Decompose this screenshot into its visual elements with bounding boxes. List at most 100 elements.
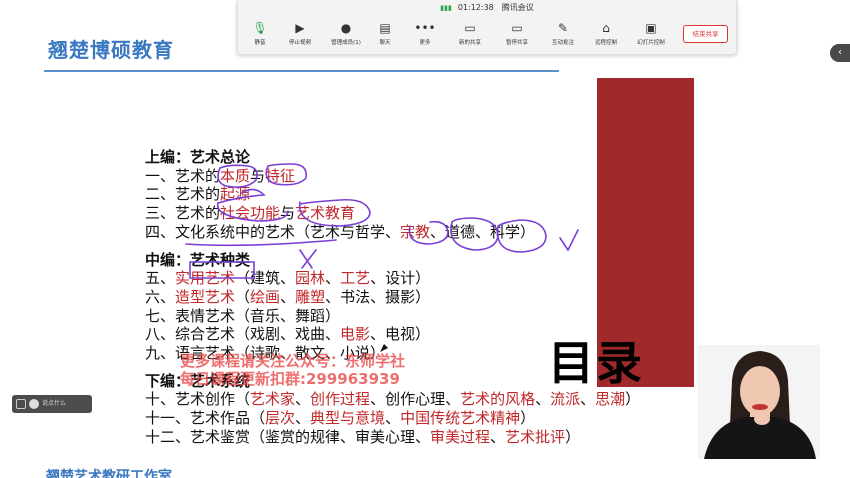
outline-item: 十、艺术创作（艺术家、创作过程、创作心理、艺术的风格、流派、思潮） xyxy=(145,390,640,409)
highlighted-keyword: 创作过程 xyxy=(310,390,371,409)
highlighted-keyword: 艺术批评 xyxy=(505,427,566,446)
highlighted-keyword: 流派 xyxy=(550,390,581,409)
annotate-icon: ✎ xyxy=(557,21,569,35)
highlighted-keyword: 特征 xyxy=(265,166,296,185)
presenter-figure xyxy=(698,345,820,459)
outline-text: 、电视） xyxy=(370,325,431,344)
outline-text: 、 xyxy=(325,269,341,288)
highlighted-keyword: 本质 xyxy=(220,166,251,185)
new-share-button[interactable]: ▭ 新的共享 xyxy=(448,20,492,46)
highlighted-keyword: 绘画 xyxy=(250,287,281,306)
highlighted-keyword: 起源 xyxy=(220,185,251,204)
presenter-webcam xyxy=(698,345,820,459)
outline-text: 、书法、摄影） xyxy=(325,287,431,306)
meeting-app-name: 腾讯会议 xyxy=(501,3,534,12)
outline-section-heading: 上编：艺术总论 xyxy=(145,148,251,166)
end-share-button[interactable]: 结束共享 xyxy=(683,25,728,43)
outline-text: 十、艺术创作（ xyxy=(145,390,251,409)
outline-text: 四、文化系统中的艺术（艺术与哲学、 xyxy=(145,222,401,241)
more-icon: ••• xyxy=(414,21,436,35)
highlighted-keyword: 园林 xyxy=(295,269,326,288)
outline-text: 、 xyxy=(535,390,551,409)
chat-input-chip[interactable]: 说点什么 xyxy=(12,395,92,413)
outline-text: 、 xyxy=(280,287,296,306)
course-outline: 上编：艺术总论 一、艺术的本质与特征 二、艺术的起源 三、艺术的社会功能与艺术教育 四、… xyxy=(145,148,640,447)
side-panel-toggle[interactable]: ‹ xyxy=(830,44,850,62)
outline-text: 、 xyxy=(295,390,311,409)
outline-text: 二、艺术的 xyxy=(145,185,221,204)
emoji-icon xyxy=(29,398,39,409)
highlighted-keyword: 宗教 xyxy=(400,222,431,241)
meeting-toolbar: ▮▮▮ 01:12:38 腾讯会议 🎙 静音 ▶ 停止视频 ● 管理成员(1) ▤ … xyxy=(237,0,737,55)
remote-control-button[interactable]: ⌂ 远程控制 xyxy=(584,20,628,46)
outline-item: 六、造型艺术（绘画、雕塑、书法、摄影） xyxy=(145,288,640,307)
outline-text: 、 xyxy=(295,409,311,428)
outline-text: 、 xyxy=(580,390,596,409)
highlighted-keyword: 思潮 xyxy=(595,390,626,409)
outline-text: 、 xyxy=(385,409,401,428)
header-divider xyxy=(44,70,559,72)
members-icon: ● xyxy=(340,21,352,35)
outline-text: ） xyxy=(520,409,536,428)
pause-share-icon: ▭ xyxy=(511,21,523,35)
meeting-timer: 01:12:38 xyxy=(457,3,494,12)
outline-text: 、设计） xyxy=(370,269,431,288)
pause-share-button[interactable]: ▭ 暂停共享 xyxy=(495,20,539,46)
stop-video-button[interactable]: ▶ 停止视频 xyxy=(278,20,322,46)
outline-text: （ xyxy=(235,287,251,306)
outline-item: 十一、艺术作品（层次、典型与意境、中国传统艺术精神） xyxy=(145,409,640,428)
watermark-line-1: 更多课程请关注公众号：东师学社 xyxy=(180,352,406,370)
outline-item: 八、综合艺术（戏剧、戏曲、电影、电视） xyxy=(145,325,640,344)
highlighted-keyword: 雕塑 xyxy=(295,287,326,306)
highlighted-keyword: 艺术的风格 xyxy=(460,390,536,409)
meeting-status-bar: ▮▮▮ 01:12:38 腾讯会议 xyxy=(238,2,736,13)
outline-gap xyxy=(145,242,640,251)
outline-text: 、创作心理、 xyxy=(370,390,461,409)
mute-button[interactable]: 🎙 静音 xyxy=(238,20,282,46)
outline-text: （建筑、 xyxy=(235,269,296,288)
brand-logo-text: 翘楚博硕教育 xyxy=(48,38,174,62)
highlighted-keyword: 层次 xyxy=(265,409,296,428)
outline-text: 与 xyxy=(250,166,266,185)
highlighted-keyword: 审美过程 xyxy=(430,427,491,446)
chat-button[interactable]: ▤ 聊天 xyxy=(363,20,407,46)
chat-placeholder: 说点什么 xyxy=(42,400,67,407)
outline-text: 三、艺术的 xyxy=(145,204,221,223)
outline-text: 五、 xyxy=(145,269,176,288)
outline-section-heading: 中编：艺术种类 xyxy=(145,250,251,269)
screenshot-icon xyxy=(16,398,26,409)
outline-text: 、道德、科学） xyxy=(430,222,536,241)
outline-item: 五、实用艺术（建筑、园林、工艺、设计） xyxy=(145,269,640,288)
outline-text: 六、 xyxy=(145,287,176,306)
outline-item: 十二、艺术鉴赏（鉴赏的规律、审美心理、审美过程、艺术批评） xyxy=(145,428,640,447)
outline-item: 四、文化系统中的艺术（艺术与哲学、宗教、道德、科学） xyxy=(145,223,640,242)
slides-control-button[interactable]: ▣ 幻灯片控制 xyxy=(629,20,673,46)
outline-text: 十二、艺术鉴赏（鉴赏的规律、审美心理、 xyxy=(145,427,431,446)
highlighted-keyword: 艺术家 xyxy=(250,390,296,409)
more-button[interactable]: ••• 更多 xyxy=(403,20,447,46)
signal-strength-icon: ▮▮▮ xyxy=(440,4,452,12)
manage-members-button[interactable]: ● 管理成员(1) xyxy=(324,20,368,46)
outline-text: ） xyxy=(625,390,641,409)
new-share-icon: ▭ xyxy=(464,21,476,35)
highlighted-keyword: 中国传统艺术精神 xyxy=(400,409,521,428)
outline-text: 、 xyxy=(490,427,506,446)
annotate-button[interactable]: ✎ 互动批注 xyxy=(541,20,585,46)
slides-control-icon: ▣ xyxy=(645,21,657,35)
highlighted-keyword: 社会功能 xyxy=(220,204,281,223)
footer-text: 翘楚艺术教研工作室 xyxy=(46,469,172,478)
outline-text: ） xyxy=(565,427,581,446)
outline-item: 三、艺术的社会功能与艺术教育 xyxy=(145,204,640,223)
highlighted-keyword: 实用艺术 xyxy=(175,269,236,288)
outline-text: 七、表情艺术（音乐、舞蹈） xyxy=(145,306,341,325)
outline-text: 一、艺术的 xyxy=(145,166,221,185)
highlighted-keyword: 造型艺术 xyxy=(175,287,236,306)
outline-text: 八、综合艺术（戏剧、戏曲、 xyxy=(145,325,341,344)
highlighted-keyword: 艺术教育 xyxy=(295,204,356,223)
microphone-icon: 🎙 xyxy=(252,21,268,35)
outline-text: 与 xyxy=(280,204,296,223)
outline-item: 二、艺术的起源 xyxy=(145,185,640,204)
video-camera-icon: ▶ xyxy=(295,21,305,35)
highlighted-keyword: 工艺 xyxy=(340,269,371,288)
chat-icon: ▤ xyxy=(379,21,391,35)
